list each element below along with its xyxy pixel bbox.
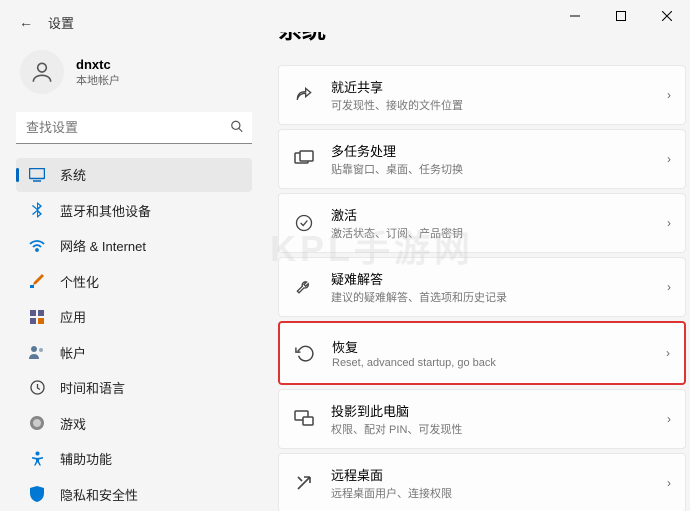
main-title: 系统 [278,32,686,45]
card-subtitle: 远程桌面用户、连接权限 [331,485,667,501]
chevron-right-icon: › [667,476,671,490]
avatar [20,50,64,94]
chevron-right-icon: › [667,412,671,426]
close-button[interactable] [644,0,690,32]
system-icon [28,166,46,184]
chevron-right-icon: › [667,280,671,294]
sidebar-item-apps[interactable]: 应用 [16,300,252,334]
wifi-icon [28,237,46,255]
card-subtitle: 贴靠窗口、桌面、任务切换 [331,161,667,177]
sidebar-item-gaming[interactable]: 游戏 [16,407,252,441]
sidebar-item-label: 应用 [60,307,86,326]
card-subtitle: Reset, advanced startup, go back [332,357,666,369]
bluetooth-icon [28,201,46,219]
accessibility-icon [28,450,46,468]
sidebar-item-system[interactable]: 系统 [16,158,252,192]
minimize-button[interactable] [552,0,598,32]
card-title: 远程桌面 [331,465,667,484]
card-projection[interactable]: 投影到此电脑 权限、配对 PIN、可发现性 › [278,389,686,449]
sidebar-item-time-language[interactable]: 时间和语言 [16,371,252,405]
search-input[interactable] [16,112,252,144]
check-circle-icon [293,212,315,234]
search-wrap [16,112,252,144]
sidebar-item-label: 游戏 [60,414,86,433]
main-content: 系统 就近共享 可发现性、接收的文件位置 › 多任务处理 贴靠窗口、桌面、任务 [260,32,690,511]
card-multitasking[interactable]: 多任务处理 贴靠窗口、桌面、任务切换 › [278,129,686,189]
brush-icon [28,272,46,290]
username: dnxtc [76,57,120,72]
card-recovery[interactable]: 恢复 Reset, advanced startup, go back › [278,321,686,385]
profile-block[interactable]: dnxtc 本地帐户 [16,40,252,108]
card-nearby-sharing[interactable]: 就近共享 可发现性、接收的文件位置 › [278,65,686,125]
card-activation[interactable]: 激活 激活状态、订阅、产品密钥 › [278,193,686,253]
sidebar-item-label: 网络 & Internet [60,236,146,255]
sidebar-item-label: 时间和语言 [60,378,125,397]
sidebar-item-label: 辅助功能 [60,449,112,468]
recovery-icon [294,342,316,364]
sidebar-item-privacy[interactable]: 隐私和安全性 [16,478,252,511]
sidebar: ← 设置 dnxtc 本地帐户 系统 [0,32,260,511]
chevron-right-icon: › [667,152,671,166]
nav: 系统 蓝牙和其他设备 网络 & Internet 个性化 [16,158,252,511]
card-title: 就近共享 [331,77,667,96]
card-title: 多任务处理 [331,141,667,160]
sidebar-item-label: 个性化 [60,272,99,291]
accounts-icon [28,343,46,361]
sidebar-item-accessibility[interactable]: 辅助功能 [16,442,252,476]
chevron-right-icon: › [667,216,671,230]
card-title: 疑难解答 [331,269,667,288]
card-remote-desktop[interactable]: 远程桌面 远程桌面用户、连接权限 › [278,453,686,511]
sidebar-item-label: 蓝牙和其他设备 [60,201,151,220]
sidebar-item-network[interactable]: 网络 & Internet [16,229,252,263]
card-troubleshoot[interactable]: 疑难解答 建议的疑难解答、首选项和历史记录 › [278,257,686,317]
clock-icon [28,379,46,397]
account-type: 本地帐户 [76,72,120,88]
card-title: 投影到此电脑 [331,401,667,420]
back-button[interactable]: ← [16,12,36,32]
projection-icon [293,408,315,430]
remote-icon [293,472,315,494]
wrench-icon [293,276,315,298]
share-icon [293,84,315,106]
chevron-right-icon: › [666,346,670,360]
sidebar-item-personalization[interactable]: 个性化 [16,265,252,299]
card-subtitle: 权限、配对 PIN、可发现性 [331,421,667,437]
card-title: 恢复 [332,337,666,356]
apps-icon [28,308,46,326]
sidebar-item-label: 隐私和安全性 [60,485,138,504]
card-subtitle: 激活状态、订阅、产品密钥 [331,225,667,241]
multitask-icon [293,148,315,170]
maximize-button[interactable] [598,0,644,32]
sidebar-item-label: 系统 [60,165,86,184]
sidebar-item-label: 帐户 [60,343,86,362]
shield-icon [28,485,46,503]
page-label: 设置 [48,13,74,32]
chevron-right-icon: › [667,88,671,102]
gaming-icon [28,414,46,432]
card-subtitle: 可发现性、接收的文件位置 [331,97,667,113]
card-title: 激活 [331,205,667,224]
sidebar-item-bluetooth[interactable]: 蓝牙和其他设备 [16,194,252,228]
sidebar-item-accounts[interactable]: 帐户 [16,336,252,370]
card-subtitle: 建议的疑难解答、首选项和历史记录 [331,289,667,305]
